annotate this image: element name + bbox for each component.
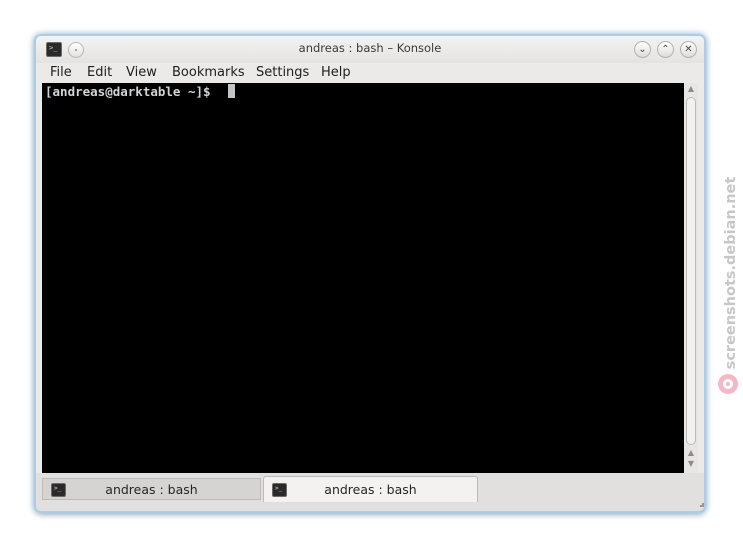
tab-bar: >_ andreas : bash >_ andreas : bash: [36, 473, 704, 511]
minimize-button[interactable]: ⌄: [634, 41, 651, 58]
watermark: screenshots.debian.net: [716, 160, 743, 410]
window-title: andreas : bash – Konsole: [298, 41, 442, 55]
menu-file[interactable]: File: [50, 65, 72, 80]
scroll-up-icon[interactable]: ▲: [684, 83, 698, 95]
menu-help[interactable]: Help: [321, 65, 351, 80]
tab-session-1[interactable]: >_ andreas : bash: [42, 478, 261, 500]
shell-prompt: [andreas@darktable ~]$: [45, 84, 219, 99]
close-button[interactable]: ✕: [680, 41, 697, 58]
menu-settings[interactable]: Settings: [256, 65, 309, 80]
tab-label: andreas : bash: [324, 482, 417, 497]
menu-bookmarks[interactable]: Bookmarks: [172, 65, 245, 80]
close-icon: ✕: [684, 44, 693, 55]
scrollbar-handle[interactable]: [686, 97, 696, 445]
maximize-icon: ⌃: [661, 44, 670, 55]
minimize-icon: ⌄: [638, 44, 647, 55]
text-cursor: [228, 84, 235, 98]
tab-label: andreas : bash: [105, 482, 198, 497]
menu-bar: File Edit View Bookmarks Settings Help: [36, 63, 704, 83]
konsole-window: >_ andreas : bash – Konsole ⌄ ⌃ ✕ File E…: [36, 36, 704, 511]
watermark-text: screenshots.debian.net: [723, 176, 739, 370]
menu-view[interactable]: View: [126, 65, 157, 80]
tab-session-2[interactable]: >_ andreas : bash: [263, 476, 478, 502]
scroll-down-icon[interactable]: ▼: [684, 458, 698, 470]
debian-logo-icon: [718, 374, 738, 394]
resize-grip[interactable]: [700, 503, 704, 507]
terminal-area[interactable]: [andreas@darktable ~]$: [42, 83, 684, 473]
menu-edit[interactable]: Edit: [87, 65, 112, 80]
vertical-scrollbar[interactable]: ▲ ▲ ▼: [684, 83, 698, 473]
title-bar[interactable]: >_ andreas : bash – Konsole ⌄ ⌃ ✕: [36, 36, 704, 63]
maximize-button[interactable]: ⌃: [657, 41, 674, 58]
